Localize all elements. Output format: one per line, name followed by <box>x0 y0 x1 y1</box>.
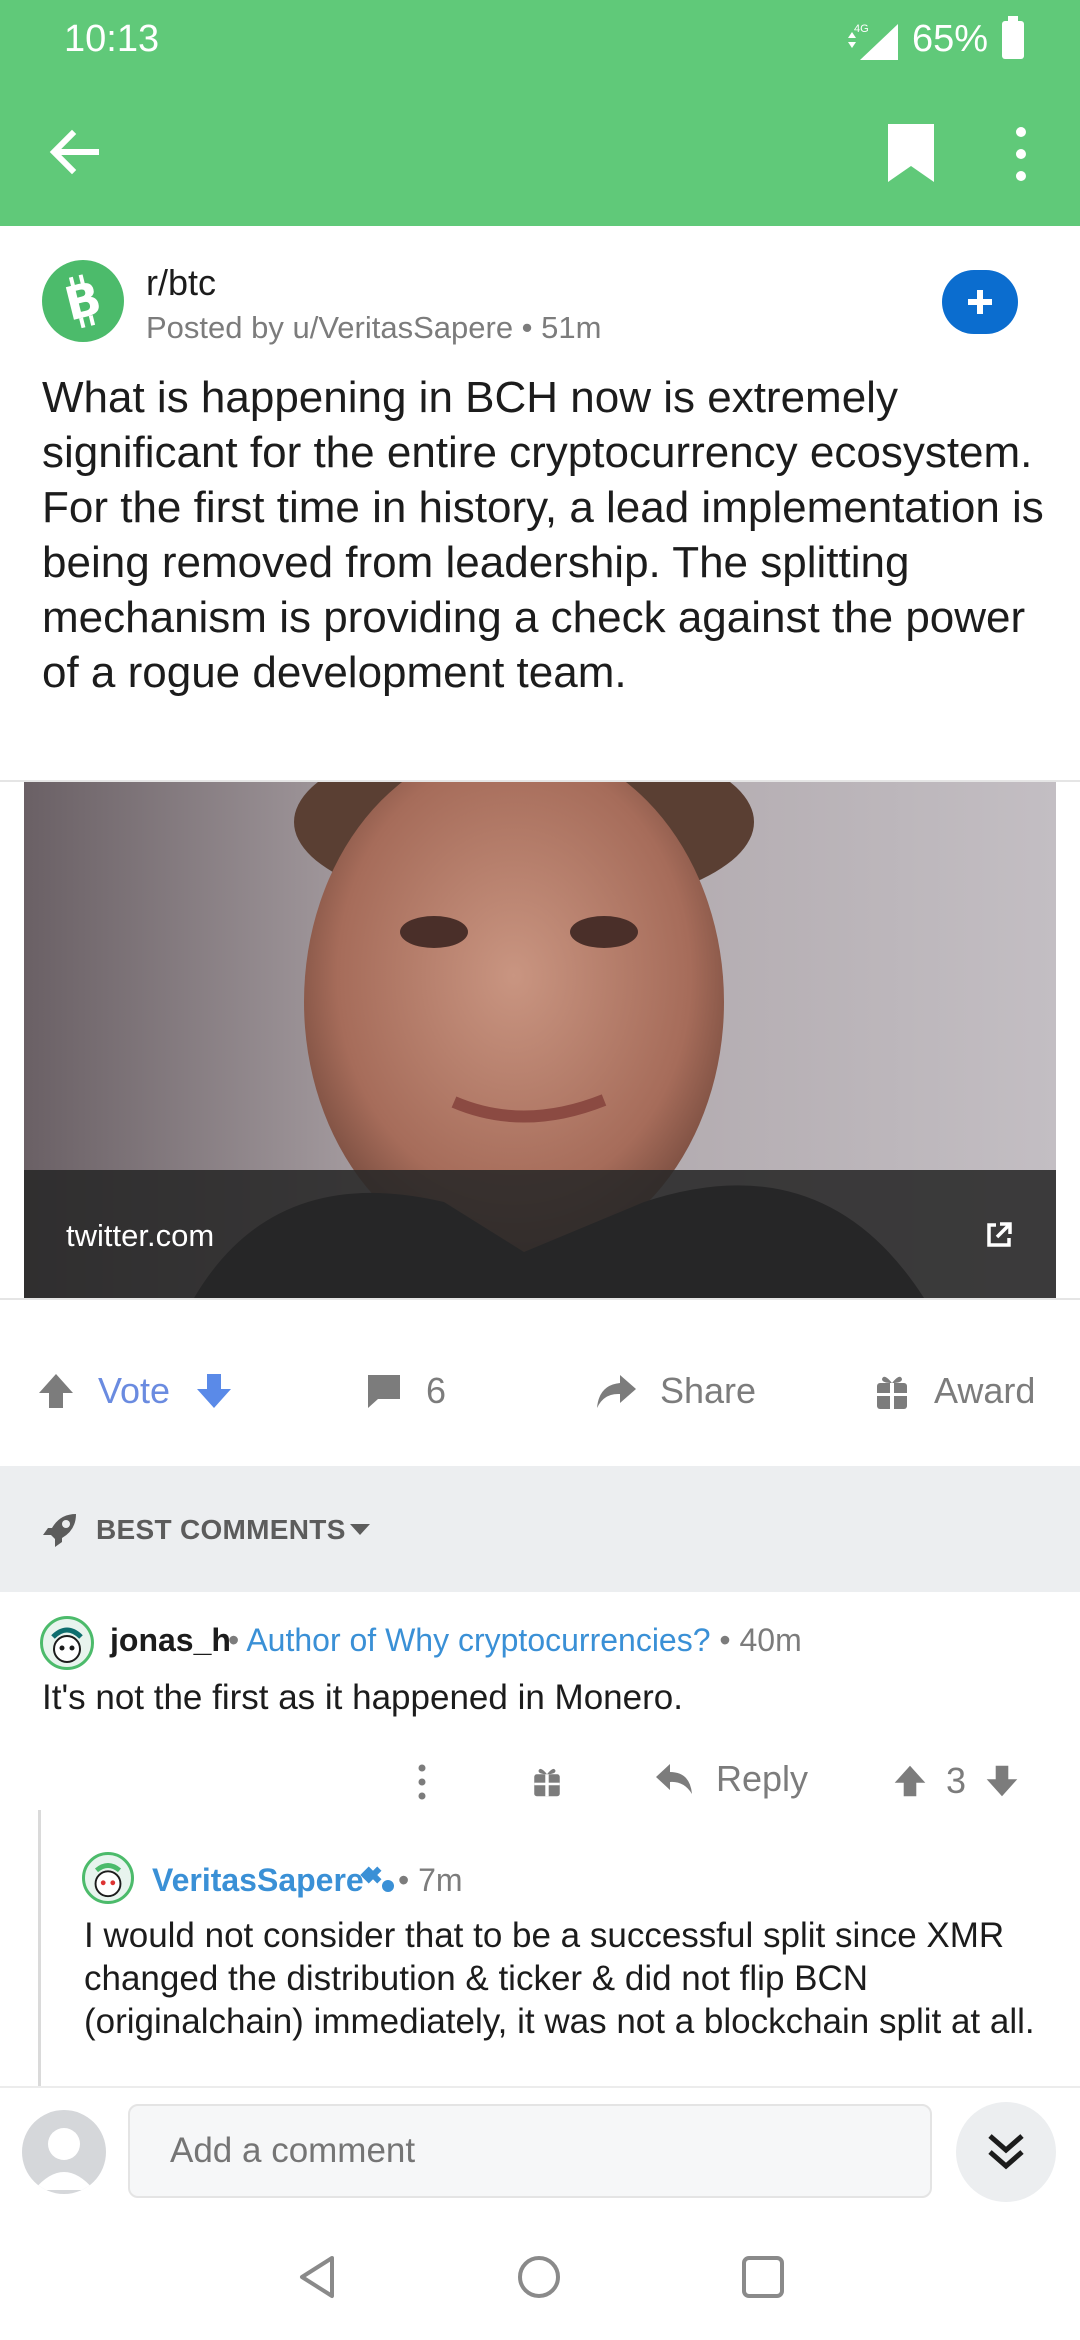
snoo-avatar-icon <box>94 1863 122 1898</box>
avatar[interactable] <box>40 1616 94 1670</box>
award-label: Award <box>934 1370 1036 1411</box>
op-badge-icon <box>360 1866 394 1892</box>
snoo-avatar-icon <box>51 1627 83 1663</box>
gift-icon[interactable] <box>530 1764 564 1798</box>
nav-home-icon[interactable] <box>514 2252 564 2302</box>
comment-body: It's not the first as it happened in Mon… <box>42 1678 683 1717</box>
nav-back-icon[interactable] <box>294 2252 344 2302</box>
post-title: What is happening in BCH now is extremel… <box>42 373 1044 697</box>
nav-recents-icon[interactable] <box>738 2252 788 2302</box>
comment-sort-bar[interactable]: BEST COMMENTS <box>0 1466 1080 1592</box>
double-chevron-down-icon <box>988 2134 1024 2170</box>
link-domain[interactable]: twitter.com <box>66 1218 214 1254</box>
status-indicators: 4G 65% <box>844 15 1024 61</box>
subreddit-name[interactable]: r/btc <box>146 262 216 304</box>
user-avatar-icon <box>34 2128 94 2190</box>
reply-button[interactable]: Reply <box>654 1758 808 1800</box>
comment-input[interactable] <box>128 2104 932 2198</box>
sort-label: BEST COMMENTS <box>96 1514 346 1545</box>
share-button[interactable]: Share <box>594 1370 756 1412</box>
post-actions: Vote 6 Share Award <box>0 1330 1080 1460</box>
app-header: 10:13 4G 65% <box>0 0 1080 226</box>
back-arrow-icon[interactable] <box>44 122 104 182</box>
battery-icon <box>1002 15 1024 59</box>
award-button[interactable]: Award <box>874 1370 1035 1412</box>
downvote-icon[interactable] <box>984 1763 1020 1799</box>
bitcoin-cash-icon: B <box>59 273 106 329</box>
vote-label: Vote <box>98 1370 171 1411</box>
comment-score: 3 <box>946 1760 967 1801</box>
comment-meta: • Author of Why cryptocurrencies? • 40m <box>228 1622 802 1658</box>
user-flair: Author of Why cryptocurrencies? <box>246 1622 711 1658</box>
rocket-icon <box>43 1514 76 1547</box>
status-time: 10:13 <box>64 18 160 60</box>
bookmark-icon[interactable] <box>886 122 936 184</box>
vote-control: Vote <box>36 1370 234 1412</box>
plus-icon <box>968 290 992 314</box>
comment-author[interactable]: VeritasSapere <box>152 1862 364 1899</box>
comment-age: • 40m <box>719 1622 802 1658</box>
comment-icon <box>368 1375 400 1408</box>
comment-actions: Reply 3 <box>0 1752 1080 1822</box>
gift-icon <box>877 1376 907 1409</box>
comment-count: 6 <box>426 1370 447 1411</box>
comment-body: I would not consider that to be a succes… <box>84 1916 1035 2041</box>
more-options-icon[interactable] <box>1006 124 1036 186</box>
upvote-icon[interactable] <box>36 1371 76 1411</box>
reply-label: Reply <box>716 1758 809 1799</box>
thread-line[interactable] <box>38 1810 41 2090</box>
join-button[interactable] <box>942 270 1018 334</box>
share-label: Share <box>660 1370 757 1411</box>
comment-composer <box>0 2086 1080 2216</box>
reply-icon <box>656 1764 692 1794</box>
preview-caption-bar: twitter.com <box>24 1170 1056 1298</box>
svg-text:4G: 4G <box>854 23 869 35</box>
comment-vote: 3 <box>892 1760 1020 1802</box>
upvote-icon[interactable] <box>892 1763 928 1799</box>
comments-button[interactable]: 6 <box>364 1370 446 1412</box>
system-nav-bar <box>0 2216 1080 2340</box>
comment-author[interactable]: jonas_h <box>110 1622 231 1659</box>
share-icon <box>597 1375 636 1408</box>
avatar[interactable] <box>82 1852 134 1904</box>
link-preview[interactable]: twitter.com <box>24 782 1056 1298</box>
external-link-icon[interactable] <box>984 1220 1014 1250</box>
subreddit-avatar[interactable]: B <box>42 260 124 342</box>
more-options-icon[interactable] <box>412 1762 432 1802</box>
signal-icon: 4G <box>847 23 898 60</box>
chevron-down-icon <box>350 1524 370 1535</box>
next-comment-button[interactable] <box>956 2102 1056 2202</box>
downvote-icon[interactable] <box>194 1371 234 1411</box>
post-meta[interactable]: Posted by u/VeritasSapere • 51m <box>146 310 601 346</box>
comment-age: • 7m <box>398 1862 463 1898</box>
battery-percent: 65% <box>911 18 988 60</box>
avatar[interactable] <box>22 2110 106 2194</box>
